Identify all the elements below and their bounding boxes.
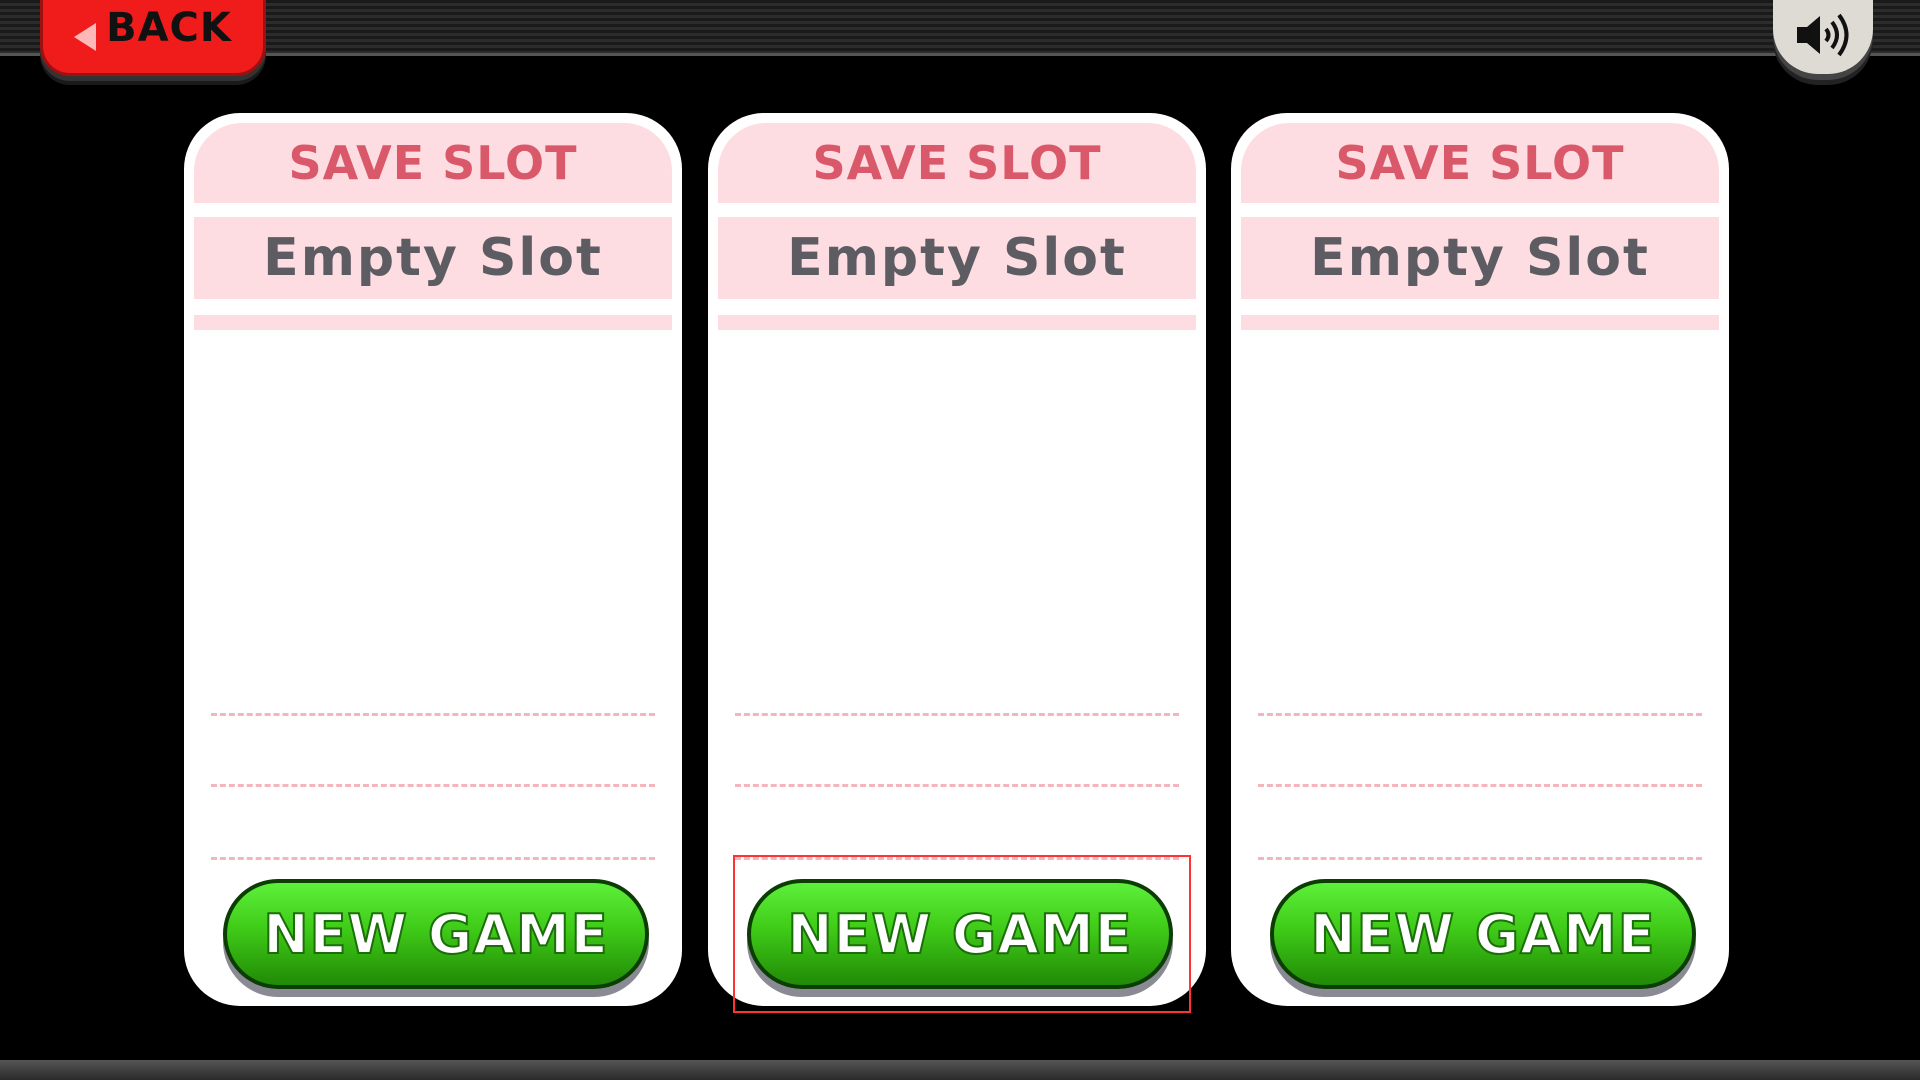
dashed-line <box>211 713 655 716</box>
save-slot-title: SAVE SLOT <box>718 123 1196 203</box>
top-bar <box>0 0 1920 56</box>
back-button[interactable]: BACK <box>40 0 266 76</box>
dashed-line <box>1258 713 1702 716</box>
new-game-button[interactable]: NEW GAME <box>223 879 649 989</box>
triangle-left-icon <box>74 23 97 51</box>
save-slot-card-2: SAVE SLOT Empty Slot NEW GAME <box>708 113 1206 1006</box>
sound-toggle-button[interactable] <box>1773 0 1873 74</box>
save-slot-card-3: SAVE SLOT Empty Slot NEW GAME <box>1231 113 1729 1006</box>
dashed-line <box>735 784 1179 787</box>
slot-status: Empty Slot <box>1241 217 1719 299</box>
slot-status: Empty Slot <box>718 217 1196 299</box>
save-slot-title: SAVE SLOT <box>194 123 672 203</box>
back-label: BACK <box>106 5 232 51</box>
save-slot-card-1: SAVE SLOT Empty Slot NEW GAME <box>184 113 682 1006</box>
divider <box>718 315 1196 330</box>
save-slot-title: SAVE SLOT <box>1241 123 1719 203</box>
speaker-icon <box>1797 13 1849 57</box>
dashed-line <box>211 857 655 860</box>
slot-status: Empty Slot <box>194 217 672 299</box>
dashed-line <box>211 784 655 787</box>
divider <box>1241 315 1719 330</box>
dashed-line <box>735 713 1179 716</box>
new-game-button[interactable]: NEW GAME <box>747 879 1173 989</box>
divider <box>194 315 672 330</box>
bottom-bar <box>0 1060 1920 1080</box>
dashed-line <box>735 857 1179 860</box>
dashed-line <box>1258 784 1702 787</box>
new-game-button[interactable]: NEW GAME <box>1270 879 1696 989</box>
dashed-line <box>1258 857 1702 860</box>
